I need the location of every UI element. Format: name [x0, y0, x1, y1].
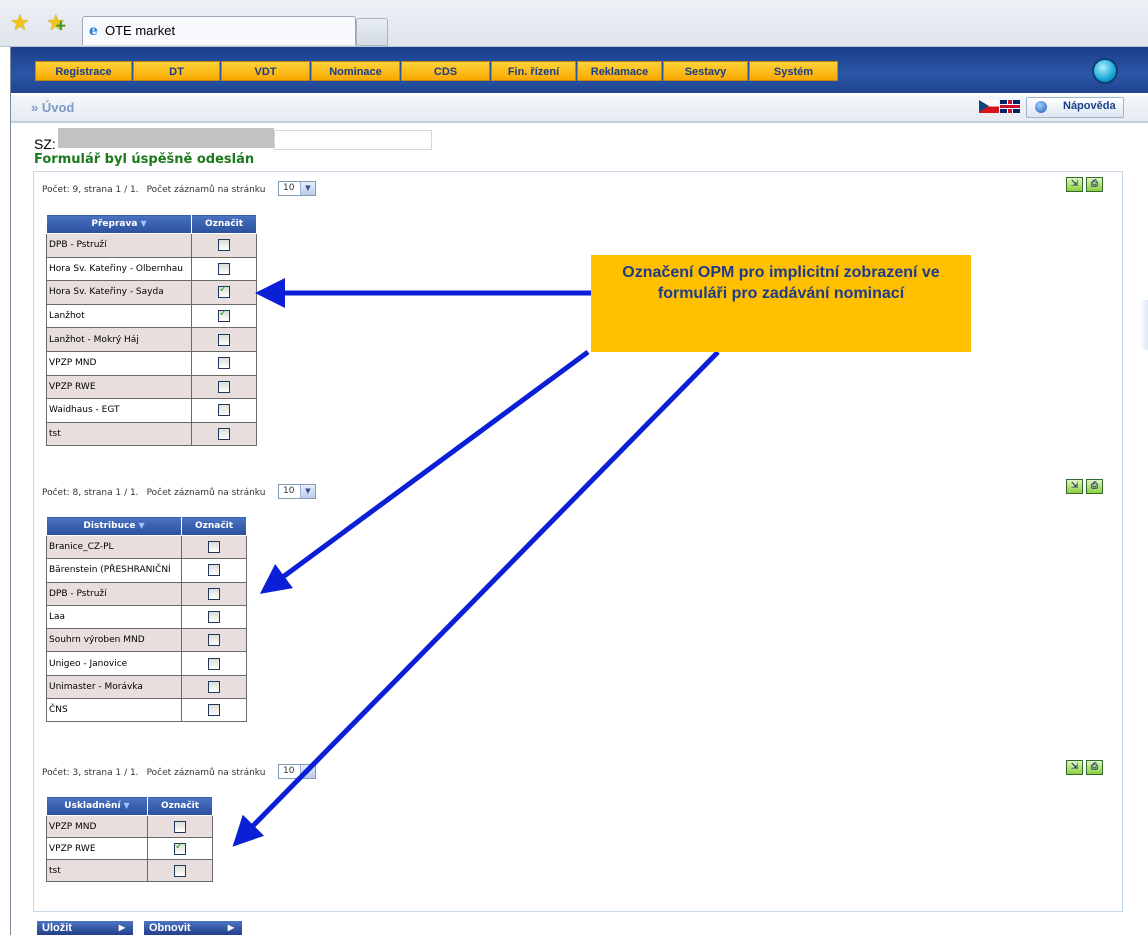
refresh-button-label: Obnovit	[149, 922, 191, 934]
save-button-label: Uložit	[42, 922, 72, 934]
arrow-to-distribuce	[259, 349, 590, 594]
arrow-to-uskladneni	[232, 350, 720, 847]
save-button[interactable]: Uložit ▶	[37, 921, 133, 935]
play-icon: ▶	[118, 923, 125, 932]
refresh-button[interactable]: Obnovit ▶	[144, 921, 242, 935]
window-edge	[1140, 300, 1148, 350]
play-icon: ▶	[227, 923, 234, 932]
annotation-callout: Označení OPM pro implicitní zobrazení ve…	[591, 255, 971, 352]
annotation-arrows	[232, 278, 720, 847]
